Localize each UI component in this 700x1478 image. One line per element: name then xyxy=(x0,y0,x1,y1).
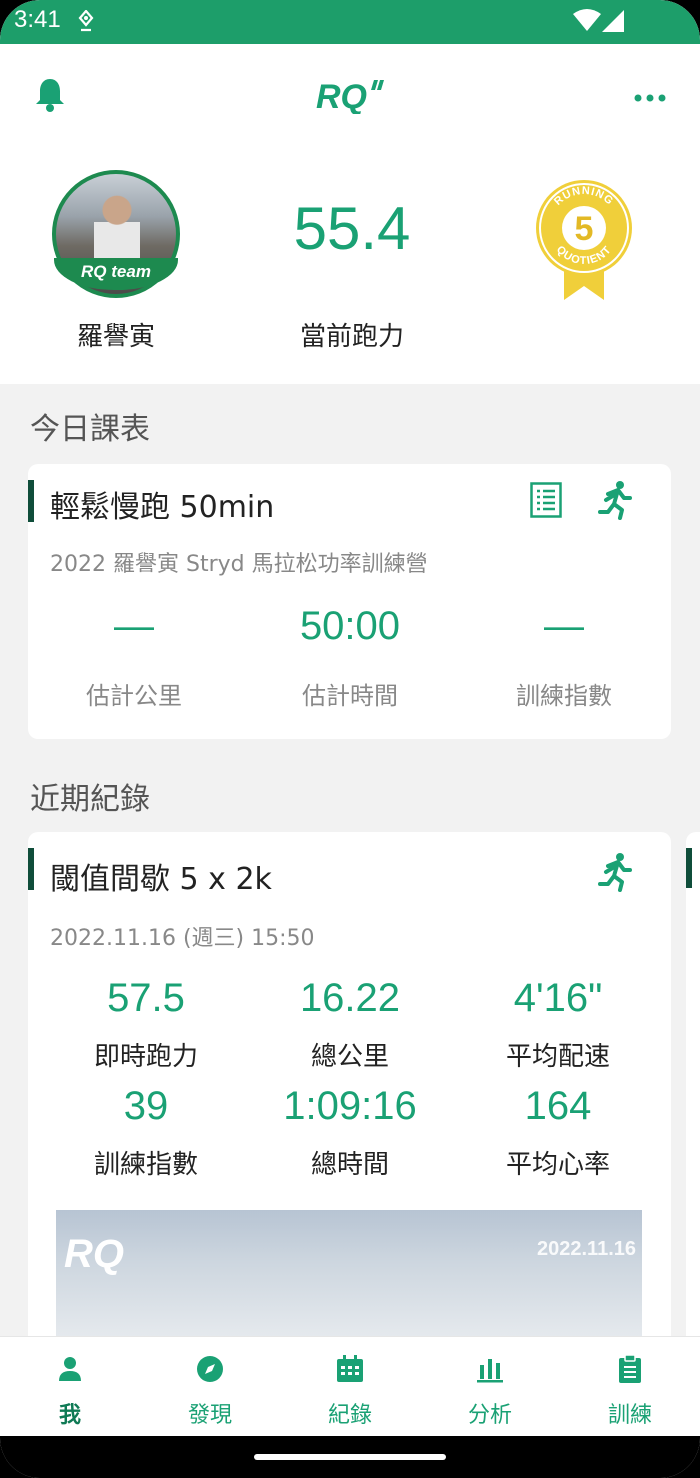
estimated-distance-label: 估計公里 xyxy=(86,682,182,710)
clipboard-icon xyxy=(616,1354,644,1383)
home-indicator[interactable] xyxy=(254,1454,446,1460)
phone-screen: 3:41 RQ RQ team 羅譽寅 55.4 當前跑力 5 RUNNING … xyxy=(0,0,700,1478)
compass-icon xyxy=(196,1355,224,1383)
medal-number: 5 xyxy=(575,210,594,248)
recent-record-title: 閾值間歇 5 x 2k xyxy=(50,862,272,897)
average-pace-value: 4'16" xyxy=(513,976,603,1020)
instant-power-value: 57.5 xyxy=(107,976,185,1020)
running-quotient-medal-icon[interactable]: 5 RUNNING QUOTIENT xyxy=(534,178,634,306)
nav-label-training: 訓練 xyxy=(607,1403,652,1428)
recent-record-card[interactable]: 閾值間歇 5 x 2k 2022.11.16 (週三) 15:50 57.5 即… xyxy=(28,832,671,1352)
status-bar: 3:41 xyxy=(0,0,700,44)
nav-label-analysis: 分析 xyxy=(467,1403,512,1428)
photo-rq-logo: RQ xyxy=(64,1232,124,1276)
recent-record-datetime: 2022.11.16 (週三) 15:50 xyxy=(50,926,315,951)
person-icon xyxy=(56,1355,84,1383)
next-record-card-peek[interactable] xyxy=(686,832,700,1352)
location-icon xyxy=(78,9,94,36)
calendar-icon xyxy=(336,1355,364,1383)
nav-label-me: 我 xyxy=(58,1403,81,1428)
nav-label-discover: 發現 xyxy=(187,1403,232,1428)
training-index-value: — xyxy=(544,604,584,648)
total-distance-value: 16.22 xyxy=(299,976,401,1020)
list-icon[interactable] xyxy=(530,482,562,522)
recent-section-title: 近期紀錄 xyxy=(30,782,150,817)
app-bar: RQ xyxy=(0,44,700,144)
today-workout-card[interactable]: 輕鬆慢跑 50min 2022 羅譽寅 Stryd 馬拉松功率訓練營 — 估計公… xyxy=(28,464,671,739)
training-index-label: 訓練指數 xyxy=(93,1150,198,1180)
average-heart-rate-label: 平均心率 xyxy=(505,1150,610,1180)
average-pace-label: 平均配速 xyxy=(505,1042,610,1072)
current-power-value: 55.4 xyxy=(293,195,411,262)
profile-name: 羅譽寅 xyxy=(76,322,155,352)
nav-item-discover[interactable]: 發現 xyxy=(140,1337,280,1437)
training-index-label: 訓練指數 xyxy=(516,682,612,710)
bell-icon[interactable] xyxy=(34,76,66,116)
training-index-value: 39 xyxy=(123,1084,169,1128)
today-section-title: 今日課表 xyxy=(30,412,150,447)
svg-text:RQ: RQ xyxy=(316,78,367,114)
photo-date: 2022.11.16 xyxy=(537,1238,636,1260)
nav-label-records: 紀錄 xyxy=(327,1403,372,1428)
bar-chart-icon xyxy=(476,1355,504,1383)
workout-photo[interactable]: RQ 2022.11.16 xyxy=(56,1210,642,1340)
nav-item-me[interactable]: 我 xyxy=(0,1337,140,1437)
running-icon[interactable] xyxy=(594,852,634,896)
today-workout-subtitle: 2022 羅譽寅 Stryd 馬拉松功率訓練營 xyxy=(50,552,428,577)
today-workout-title: 輕鬆慢跑 50min xyxy=(50,490,275,525)
running-icon[interactable] xyxy=(594,480,634,524)
instant-power-label: 即時跑力 xyxy=(93,1042,198,1072)
avatar[interactable]: RQ team xyxy=(52,170,180,298)
team-badge: RQ team xyxy=(54,258,178,290)
current-power-label: 當前跑力 xyxy=(299,322,404,352)
status-time: 3:41 xyxy=(14,6,61,33)
estimated-time-value: 50:00 xyxy=(299,604,401,648)
estimated-distance-value: — xyxy=(114,604,154,648)
wifi-icon xyxy=(572,8,602,36)
rq-logo: RQ xyxy=(314,74,388,118)
bottom-nav: 我 發現 紀錄 分析 訓練 xyxy=(0,1336,700,1436)
nav-item-training[interactable]: 訓練 xyxy=(560,1337,700,1437)
signal-icon xyxy=(600,8,626,38)
total-time-label: 總時間 xyxy=(310,1150,389,1180)
total-time-value: 1:09:16 xyxy=(283,1084,417,1128)
total-distance-label: 總公里 xyxy=(310,1042,389,1072)
profile-header: RQ team 羅譽寅 55.4 當前跑力 5 RUNNING QUOTIENT xyxy=(0,144,700,384)
nav-item-analysis[interactable]: 分析 xyxy=(420,1337,560,1437)
more-icon[interactable] xyxy=(634,88,666,107)
average-heart-rate-value: 164 xyxy=(524,1084,592,1128)
nav-item-records[interactable]: 紀錄 xyxy=(280,1337,420,1437)
estimated-time-label: 估計時間 xyxy=(302,682,398,710)
gesture-bar xyxy=(0,1436,700,1478)
